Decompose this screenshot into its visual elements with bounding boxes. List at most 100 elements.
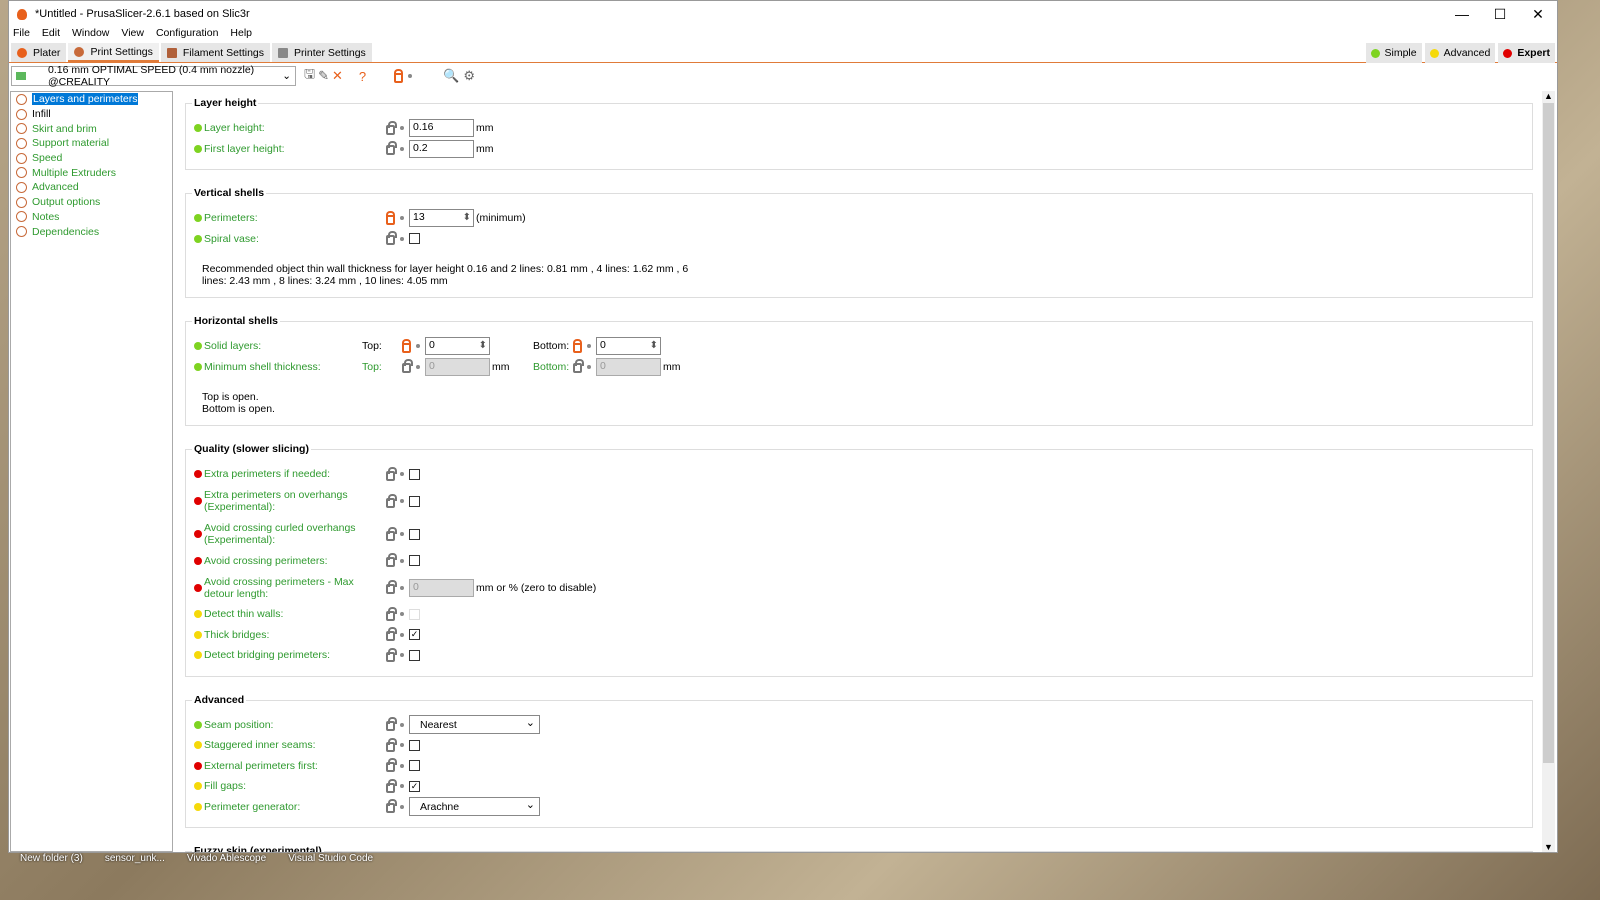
reset-dot-icon[interactable]: [400, 632, 404, 637]
tree-item-infill[interactable]: Infill: [11, 107, 172, 122]
checkbox[interactable]: [409, 739, 420, 751]
lock-icon[interactable]: [386, 466, 397, 481]
print-preset-dropdown[interactable]: 0.16 mm OPTIMAL SPEED (0.4 mm nozzle) @C…: [11, 64, 296, 88]
reset-dot-icon[interactable]: [400, 532, 404, 536]
reset-dot-icon[interactable]: [400, 585, 404, 590]
reset-dot-icon[interactable]: [416, 364, 420, 369]
lock-icon[interactable]: [386, 647, 397, 662]
reset-dot-icon[interactable]: [400, 146, 404, 151]
delete-preset-icon[interactable]: ✕: [332, 68, 343, 84]
reset-dot-icon[interactable]: [400, 743, 404, 748]
menu-view[interactable]: View: [121, 27, 144, 43]
tree-item-speed[interactable]: Speed: [11, 151, 172, 166]
scroll-up-icon[interactable]: ▲: [1542, 91, 1555, 101]
reset-dot-icon[interactable]: [400, 236, 404, 241]
menu-help[interactable]: Help: [230, 27, 252, 43]
reset-dot-icon[interactable]: [400, 499, 404, 503]
reset-dot-icon[interactable]: [587, 364, 591, 369]
menu-window[interactable]: Window: [72, 27, 109, 43]
search-icon[interactable]: 🔍: [443, 68, 459, 84]
tab-plater[interactable]: Plater: [11, 43, 67, 62]
reset-dot-icon[interactable]: [400, 653, 404, 658]
checkbox[interactable]: [409, 649, 420, 661]
tree-item-dependencies[interactable]: Dependencies: [11, 224, 172, 239]
lock-icon[interactable]: [402, 359, 413, 374]
tree-item-output-options[interactable]: Output options: [11, 195, 172, 210]
value-input[interactable]: 0.16: [409, 119, 474, 138]
checkbox[interactable]: ✓: [409, 780, 420, 792]
mode-expert[interactable]: Expert: [1498, 43, 1555, 63]
checkbox[interactable]: ✓: [409, 629, 420, 641]
reset-dot-icon[interactable]: [400, 612, 404, 617]
tab-printer-settings[interactable]: Printer Settings: [272, 43, 372, 62]
close-button[interactable]: ✕: [1519, 1, 1557, 27]
help-icon[interactable]: ?: [359, 69, 366, 84]
mode-simple[interactable]: Simple: [1365, 43, 1422, 63]
reset-dot-icon[interactable]: [400, 763, 404, 768]
desktop-icon-label[interactable]: Visual Studio Code: [288, 853, 373, 864]
unlocked-icon[interactable]: [386, 210, 395, 225]
lock-icon[interactable]: [386, 778, 397, 793]
compare-presets-icon[interactable]: ⚙: [463, 68, 475, 84]
vertical-scrollbar[interactable]: ▲ ▼: [1542, 91, 1555, 852]
reset-dot-icon[interactable]: [400, 722, 404, 727]
tree-item-skirt-and-brim[interactable]: Skirt and brim: [11, 121, 172, 136]
checkbox[interactable]: [409, 760, 420, 772]
minimize-button[interactable]: —: [1443, 1, 1481, 27]
lock-legend-icon[interactable]: [394, 68, 417, 83]
reset-dot-icon[interactable]: [400, 558, 404, 563]
lock-icon[interactable]: [386, 553, 397, 568]
desktop-icon-label[interactable]: New folder (3): [20, 853, 83, 864]
tab-print-settings[interactable]: Print Settings: [68, 43, 159, 62]
scroll-down-icon[interactable]: ▼: [1542, 842, 1555, 852]
menu-file[interactable]: File: [13, 27, 30, 43]
maximize-button[interactable]: ☐: [1481, 1, 1519, 27]
lock-icon[interactable]: [573, 359, 584, 374]
lock-icon[interactable]: [386, 120, 397, 135]
rename-preset-icon[interactable]: ✎: [318, 68, 329, 84]
lock-icon[interactable]: [386, 493, 397, 508]
desktop-icon-label[interactable]: Vivado Ablescope: [187, 853, 266, 864]
lock-icon[interactable]: [386, 717, 397, 732]
checkbox[interactable]: [409, 528, 420, 540]
lock-icon[interactable]: [386, 799, 397, 814]
reset-dot-icon[interactable]: [400, 126, 404, 131]
lock-icon[interactable]: [386, 580, 397, 594]
unlocked-icon[interactable]: [573, 338, 582, 353]
value-input[interactable]: 0.2: [409, 139, 474, 158]
reset-dot-icon[interactable]: [400, 216, 404, 221]
reset-dot-icon[interactable]: [400, 804, 404, 809]
value-input[interactable]: 13: [409, 209, 474, 228]
lock-icon[interactable]: [386, 737, 397, 752]
save-preset-icon[interactable]: 🖫: [304, 65, 315, 87]
tab-filament-settings[interactable]: Filament Settings: [160, 43, 271, 62]
tree-item-advanced[interactable]: Advanced: [11, 180, 172, 195]
reset-dot-icon[interactable]: [416, 344, 420, 349]
checkbox[interactable]: [409, 233, 420, 245]
reset-dot-icon[interactable]: [400, 472, 404, 477]
desktop-icon-label[interactable]: sensor_unk...: [105, 853, 165, 864]
scrollbar-thumb[interactable]: [1543, 103, 1554, 763]
checkbox[interactable]: [409, 468, 420, 480]
sub-input[interactable]: 0: [596, 337, 661, 356]
reset-dot-icon[interactable]: [400, 784, 404, 789]
unlocked-icon[interactable]: [402, 338, 411, 353]
dropdown[interactable]: Arachne: [409, 797, 540, 817]
checkbox[interactable]: [409, 495, 420, 507]
sub-input[interactable]: 0: [425, 337, 490, 356]
tree-item-notes[interactable]: Notes: [11, 210, 172, 225]
tree-item-support-material[interactable]: Support material: [11, 136, 172, 151]
checkbox[interactable]: [409, 555, 420, 567]
lock-icon[interactable]: [386, 758, 397, 773]
menu-edit[interactable]: Edit: [42, 27, 60, 43]
mode-advanced[interactable]: Advanced: [1424, 43, 1496, 63]
lock-icon[interactable]: [386, 231, 397, 246]
lock-icon[interactable]: [386, 526, 397, 541]
dropdown[interactable]: Nearest: [409, 715, 540, 735]
reset-dot-icon[interactable]: [587, 344, 591, 349]
lock-icon[interactable]: [386, 606, 397, 621]
menu-configuration[interactable]: Configuration: [156, 27, 218, 43]
tree-item-multiple-extruders[interactable]: Multiple Extruders: [11, 165, 172, 180]
tree-item-layers-and-perimeters[interactable]: Layers and perimeters: [11, 92, 172, 107]
lock-icon[interactable]: [386, 627, 397, 642]
